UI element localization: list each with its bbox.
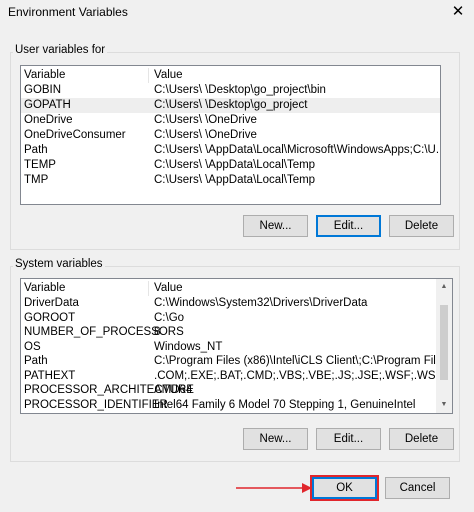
column-header-variable[interactable]: Variable [24,68,65,83]
variable-value: C:\Users\ \AppData\Local\Temp [154,174,316,186]
table-row[interactable]: PROCESSOR_ARCHITECTURE AMD64 [21,383,436,398]
list-header: Variable Value [21,281,436,296]
table-row[interactable]: PATHEXT .COM;.EXE;.BAT;.CMD;.VBS;.VBE;.JS… [21,369,436,384]
cancel-button[interactable]: Cancel [385,477,450,499]
variable-value: C:\Users\ \AppData\Local\Microsoft\Windo… [154,144,440,156]
user-delete-button[interactable]: Delete [389,215,454,237]
system-variables-list[interactable]: Variable Value DriverData C:\Windows\Syst… [20,278,453,414]
variable-value: 8 [154,326,161,338]
scrollbar-thumb[interactable] [440,305,448,380]
table-row[interactable]: GOROOT C:\Go [21,311,436,326]
column-header-value[interactable]: Value [154,281,183,296]
annotation-arrow-icon [236,483,312,493]
variable-name: OneDrive [24,114,73,126]
variable-name: TEMP [24,159,56,171]
variable-value: C:\Users\ \Desktop\go_project [154,99,308,111]
variable-value: Intel64 Family 6 Model 70 Stepping 1, Ge… [154,398,416,411]
user-new-button[interactable]: New... [243,215,308,237]
user-variables-list[interactable]: Variable Value GOBIN C:\Users\ \Desktop\g… [20,65,441,205]
window-title: Environment Variables [8,5,128,19]
variable-name: GOBIN [24,84,62,96]
table-row[interactable]: Path C:\Program Files (x86)\Intel\iCLS Cl… [21,354,436,369]
column-header-variable[interactable]: Variable [24,281,65,296]
ok-button[interactable]: OK [310,475,379,501]
scroll-down-icon[interactable]: ▼ [436,400,452,410]
variable-name: GOROOT [24,311,76,324]
system-new-button[interactable]: New... [243,428,308,450]
variable-value: C:\Users\ \OneDrive [154,129,257,141]
system-variables-label: System variables [13,258,105,270]
user-edit-button[interactable]: Edit... [316,215,381,237]
variable-value: C:\Users\ \Desktop\go_project\bin [154,84,326,96]
variable-name: TMP [24,174,49,186]
variable-value: C:\Users\ \AppData\Local\Temp [154,159,316,171]
scroll-up-icon[interactable]: ▲ [436,282,452,292]
variable-value: C:\Users\ \OneDrive [154,114,257,126]
table-row[interactable]: NUMBER_OF_PROCESSORS 8 [21,325,436,340]
table-row[interactable]: DriverData C:\Windows\System32\Drivers\Dr… [21,296,436,311]
variable-name: DriverData [24,297,79,309]
table-row[interactable]: PROCESSOR_IDENTIFIER Intel64 Family 6 Mod… [21,398,436,413]
table-row[interactable]: TMP C:\Users\ \AppData\Local\Temp [21,173,440,188]
table-row[interactable]: OneDrive C:\Users\ \OneDrive [21,113,440,128]
table-row[interactable]: GOPATH C:\Users\ \Desktop\go_project [21,98,440,113]
variable-value: AMD64 [154,384,193,396]
variable-name: OneDriveConsumer [24,129,126,141]
variable-name: Path [24,144,48,156]
variable-value: C:\Go [154,311,185,324]
close-icon[interactable]: ✕ [448,3,468,21]
table-row[interactable]: OS Windows_NT [21,340,436,355]
variable-value: C:\Program Files (x86)\Intel\iCLS Client… [154,355,436,367]
user-variables-label: User variables for [13,44,108,56]
table-row[interactable]: Path C:\Users\ \AppData\Local\Microsoft\W… [21,143,440,158]
table-row[interactable]: GOBIN C:\Users\ \Desktop\go_project\bin [21,83,440,98]
variable-value: .COM;.EXE;.BAT;.CMD;.VBS;.VBE;.JS;.JSE;.… [154,369,436,382]
table-row[interactable]: TEMP C:\Users\ \AppData\Local\Temp [21,158,440,173]
table-row[interactable]: OneDriveConsumer C:\Users\ \OneDrive [21,128,440,143]
list-header: Variable Value [21,68,440,83]
variable-name: OS [24,340,41,353]
vertical-scrollbar[interactable]: ▲ ▼ [436,279,452,413]
system-delete-button[interactable]: Delete [389,428,454,450]
system-edit-button[interactable]: Edit... [316,428,381,450]
variable-value: C:\Windows\System32\Drivers\DriverData [154,297,368,309]
variable-name: GOPATH [24,99,71,111]
column-header-value[interactable]: Value [154,68,183,83]
variable-name: PROCESSOR_IDENTIFIER [24,398,168,411]
variable-name: PATHEXT [24,369,76,382]
variable-value: Windows_NT [154,340,223,353]
variable-name: Path [24,355,48,367]
